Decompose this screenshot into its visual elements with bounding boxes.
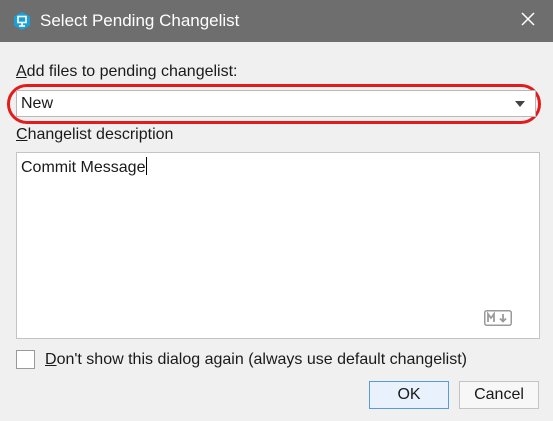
changelist-select[interactable]: New xyxy=(16,90,536,117)
close-icon xyxy=(520,11,536,32)
close-button[interactable] xyxy=(512,5,544,37)
title-bar: Select Pending Changelist xyxy=(0,0,553,42)
perforce-changelist-icon xyxy=(12,11,32,31)
chevron-down-icon xyxy=(515,101,525,107)
dont-show-checkbox[interactable] xyxy=(16,350,35,369)
changelist-label: Add files to pending changelist: xyxy=(16,63,238,80)
window-title: Select Pending Changelist xyxy=(40,11,240,30)
markdown-icon xyxy=(484,310,512,326)
cancel-button[interactable]: Cancel xyxy=(459,381,539,409)
description-text: Commit Message xyxy=(21,157,148,176)
changelist-selected-value: New xyxy=(21,95,54,112)
dont-show-label[interactable]: Don't show this dialog again (always use… xyxy=(45,350,467,370)
description-textarea[interactable]: Commit Message xyxy=(16,152,540,339)
ok-button[interactable]: OK xyxy=(369,381,449,409)
description-label: Changelist description xyxy=(16,126,174,143)
